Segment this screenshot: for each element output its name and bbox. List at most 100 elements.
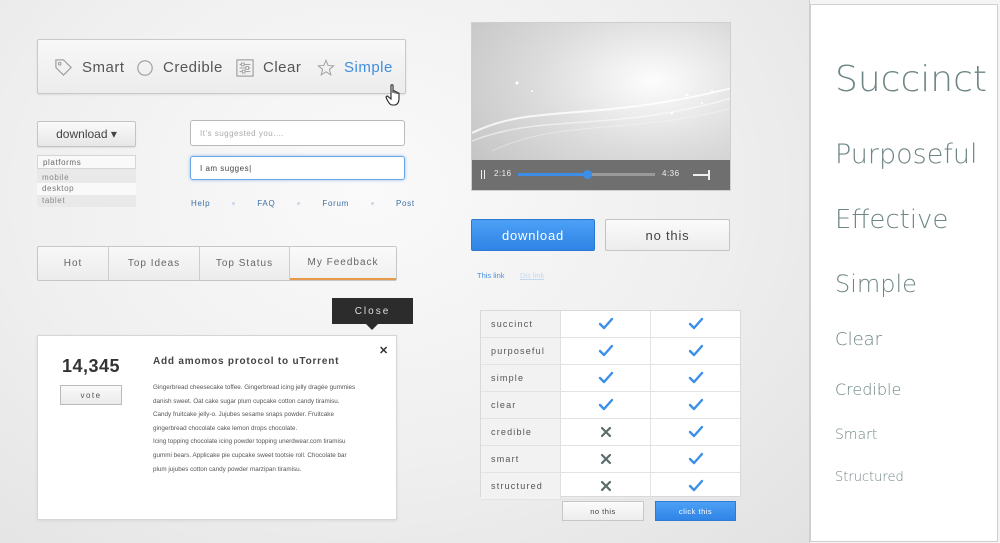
platform-option-mobile[interactable]: mobile [37,169,136,183]
link-help[interactable]: Help [191,199,210,208]
table-row: purposeful [481,338,740,365]
row-label: succinct [481,311,561,337]
table-click-this-button[interactable]: click this [655,501,736,521]
scrubber-knob[interactable] [582,170,592,179]
check-icon [598,398,613,411]
link-post[interactable]: Post [396,199,415,208]
row-label: smart [481,446,561,472]
download-button[interactable]: download [471,219,595,251]
body-line: gummi bears. Applicake pie cupcake sweet… [153,451,347,459]
check-icon [598,317,613,330]
video-frame-art [472,81,730,152]
dot-separator [232,202,236,205]
table-row: credible [481,419,740,446]
platform-option-desktop[interactable]: desktop [37,183,136,195]
card-body: Gingerbread cheesecake toffee. Gingerbre… [153,381,378,476]
cell-option-a [561,311,651,337]
table-no-this-button[interactable]: no this [562,501,644,521]
platform-option-tablet[interactable]: tablet [37,195,136,207]
segmented-control: Smart Credible Clear Simple [37,39,406,94]
cross-icon [600,453,611,465]
close-icon[interactable]: ✕ [379,344,388,357]
table-row: simple [481,365,740,392]
check-icon [688,317,704,330]
cell-option-b [651,446,741,472]
video-scrubber[interactable] [518,170,655,179]
download-dropdown-button[interactable]: download ▾ [37,121,136,147]
cell-option-a [561,419,651,445]
type-sample-succinct: Succinct [835,59,987,100]
idea-card: 14,345 vote Add amomos protocol to uTorr… [37,335,397,520]
card-title: Add amomos protocol to uTorrent [153,356,340,367]
cell-option-a [561,473,651,499]
segment-label: Smart [82,59,125,76]
star-icon [317,58,335,76]
suggest-input[interactable]: It's suggested you.... [190,120,405,146]
type-sample-structured: Structured [835,470,904,485]
cell-option-a [561,338,651,364]
table-row: smart [481,446,740,473]
cell-option-a [561,446,651,472]
feedback-tabs: Hot Top Ideas Top Status My Feedback [37,246,397,281]
hand-cursor-icon [385,84,400,106]
check-icon [598,344,613,357]
video-controls: 2:16 4:36 [472,160,730,190]
type-sample-credible: Credible [835,380,902,399]
tab-top-ideas[interactable]: Top Ideas [109,247,200,280]
tab-hot[interactable]: Hot [38,247,109,280]
cell-option-b [651,392,741,418]
current-time: 2:16 [494,169,512,178]
table-row: structured [481,473,740,500]
segment-simple[interactable]: Simple [317,40,393,95]
vote-button[interactable]: vote [60,385,122,405]
body-line: Gingerbread cheesecake toffee. Gingerbre… [153,384,356,391]
tab-top-status[interactable]: Top Status [200,247,290,280]
row-label: clear [481,392,561,418]
circle-icon [137,59,153,76]
type-sample-simple: Simple [835,270,917,298]
platforms-list: platforms mobile desktop tablet [37,155,136,212]
tab-my-feedback[interactable]: My Feedback [290,247,396,280]
comparison-table: succinct purposeful simple clear credible sma… [480,310,741,500]
no-this-button[interactable]: no this [605,219,730,251]
total-time: 4:36 [662,169,680,178]
body-line: Icing topping chocolate icing powder top… [153,438,346,446]
segment-label: Credible [163,59,223,76]
row-label: purposeful [481,338,561,364]
check-icon [688,425,704,438]
link-faq[interactable]: FAQ [257,199,275,208]
segment-smart[interactable]: Smart [54,40,125,95]
type-sample-clear: Clear [835,329,883,350]
body-line: Candy fruitcake jelly-o. Jujubes sesame … [153,411,334,419]
cell-option-b [651,365,741,391]
cell-option-b [651,473,741,499]
cross-icon [600,480,611,492]
pause-icon[interactable] [481,170,485,179]
dot-separator [297,202,301,205]
ui-kit-canvas: Smart Credible Clear Simple download ▾ p… [0,0,810,543]
close-tooltip[interactable]: Close [332,298,413,330]
check-icon [688,479,704,492]
row-label: structured [481,473,561,499]
suggest-input-focused[interactable]: I am sugges| [190,156,405,180]
this-link[interactable]: This link [477,271,505,280]
link-forum[interactable]: Forum [322,199,349,208]
row-label: credible [481,419,561,445]
table-row: succinct [481,311,740,338]
volume-icon[interactable] [693,170,710,180]
check-icon [688,398,704,411]
segment-credible[interactable]: Credible [136,40,223,95]
type-sample-smart: Smart [835,427,878,443]
cell-option-b [651,311,741,337]
check-icon [688,371,704,384]
table-row: clear [481,392,740,419]
check-icon [688,452,704,465]
segment-label: Clear [263,59,302,76]
platforms-header: platforms [37,155,136,169]
segment-clear[interactable]: Clear [236,40,301,95]
video-player[interactable]: 2:16 4:36 [471,22,731,191]
cell-option-a [561,365,651,391]
cell-option-b [651,338,741,364]
cross-icon [600,426,611,438]
row-label: simple [481,365,561,391]
